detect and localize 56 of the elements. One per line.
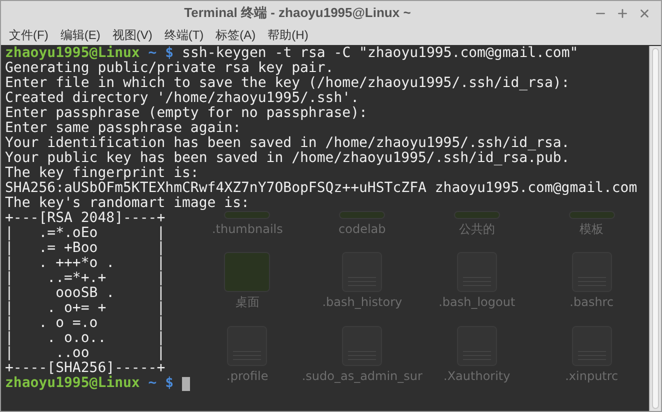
output-line: Your public key has been saved in /home/zhaoyu1995/.ssh/id_rsa.pub.: [5, 151, 570, 166]
output-line: +----[SHA256]-----+: [5, 361, 166, 376]
folder-icon: [224, 252, 270, 292]
menu-item[interactable]: 编辑(E): [60, 26, 100, 44]
window-title: Terminal 终端 - zhaoyu1995@Linux ~: [183, 4, 412, 22]
file-name: codelab: [338, 222, 386, 236]
output-line: | ..oo |: [5, 346, 166, 361]
output-line: Enter same passphrase again:: [5, 121, 242, 136]
file-name: 模板: [580, 222, 604, 236]
menu-item[interactable]: 标签(A): [216, 26, 256, 44]
output-line: | . o.o.. |: [5, 331, 166, 346]
output-line: | .=*.oEo |: [5, 226, 166, 241]
file-name: 公共的: [458, 222, 495, 236]
prompt-path: ~: [148, 376, 157, 391]
output-line: Enter file in which to save the key (/home/zhaoyu1995/.ssh/id_rsa):: [5, 76, 570, 91]
output-line: The key fingerprint is:: [5, 166, 199, 181]
file-name: 桌面: [235, 295, 260, 310]
folder-icon: [568, 211, 615, 219]
output-line: Your identification has been saved in /home/zhaoyu1995/.ssh/id_rsa.: [5, 136, 570, 151]
folder-icon: [224, 211, 270, 219]
prompt-path: ~: [148, 46, 157, 61]
menu-item[interactable]: 视图(V): [112, 26, 152, 44]
file-name: .Xauthority: [444, 368, 510, 383]
file-name: .profile: [226, 368, 268, 383]
file-name: .xinputrc: [565, 368, 618, 383]
output-line: Created directory '/home/zhaoyu1995/.ssh'.: [5, 91, 360, 106]
output-line: SHA256:aUSbOFm5KTEXhmCRwf4XZ7nY7OBopFSQz++uHSTcZFA zhaoyu1995.com@gmail.com: [5, 181, 638, 196]
output-line: Enter passphrase (empty for no passphrase):: [5, 106, 368, 121]
output-line: | . o =.o |: [5, 316, 166, 331]
output-line: | oooSB . |: [5, 286, 166, 301]
command-text: ssh-keygen -t rsa -C "zhaoyu1995.com@gmail.com": [182, 46, 578, 61]
output-line: The key's randomart image is:: [5, 196, 250, 211]
menu-item[interactable]: 文件(F): [9, 26, 48, 44]
output-line: | . +++*o . |: [5, 256, 166, 271]
prompt-symbol: $: [165, 376, 174, 391]
file-name: .thumbnails: [212, 222, 283, 236]
prompt-user: zhaoyu1995@Linux: [5, 46, 140, 61]
maximize-button[interactable]: [616, 6, 629, 20]
file-name: .sudo_as_admin_sur: [302, 368, 422, 383]
file-name: .bash_logout: [438, 295, 516, 310]
output-line: | . o+= + |: [5, 301, 166, 316]
close-button[interactable]: [638, 6, 651, 20]
menu-item[interactable]: 终端(T): [164, 26, 204, 44]
menu-item[interactable]: 帮助(H): [268, 26, 308, 44]
file-name: .bash_history: [322, 295, 402, 310]
prompt-user: zhaoyu1995@Linux: [5, 376, 140, 391]
output-line: +---[RSA 2048]----+: [5, 211, 166, 226]
folder-icon: [339, 211, 386, 219]
prompt-symbol: $: [165, 46, 174, 61]
close-icon: [638, 6, 651, 20]
folder-icon: [454, 211, 500, 219]
maximize-icon: [616, 6, 629, 20]
file-name: .bashrc: [570, 295, 614, 310]
output-line: | ..=*+.+ |: [5, 271, 166, 286]
output-line: | .= +Boo |: [5, 241, 166, 256]
output-line: Generating public/private rsa key pair.: [5, 61, 334, 76]
